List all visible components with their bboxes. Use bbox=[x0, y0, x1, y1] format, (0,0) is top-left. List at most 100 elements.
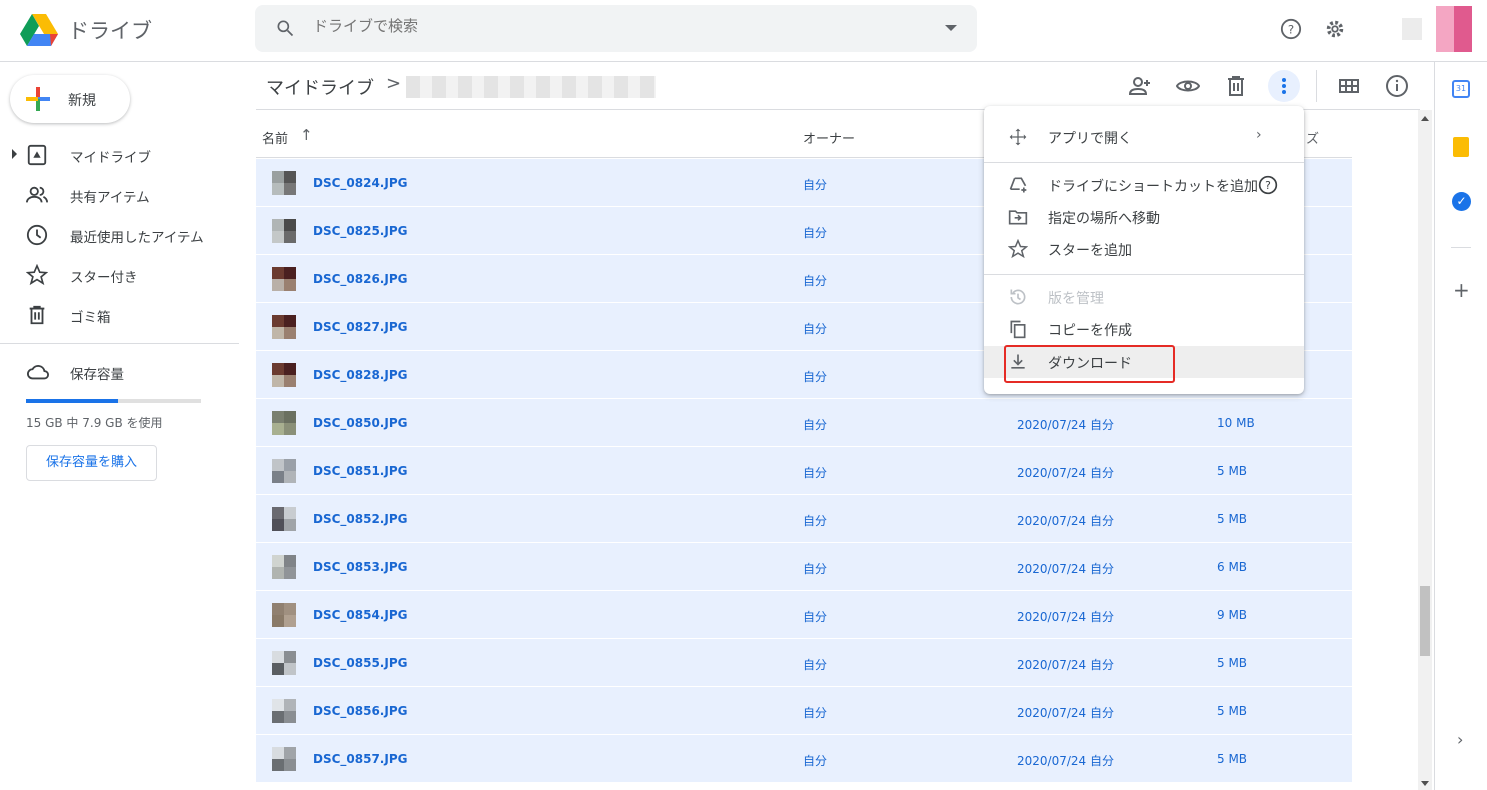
side-panel: 31 ✓ + › bbox=[1434, 62, 1487, 790]
file-size: 5 MB bbox=[1217, 752, 1248, 766]
file-name: DSC_0855.JPG bbox=[313, 656, 408, 670]
image-thumbnail-icon bbox=[272, 747, 296, 771]
file-owner: 自分 bbox=[803, 610, 828, 624]
file-owner: 自分 bbox=[803, 322, 828, 336]
file-row[interactable]: DSC_0855.JPG 自分 2020/07/24 自分 5 MB bbox=[256, 639, 1352, 687]
menu-add-star[interactable]: スターを追加 bbox=[984, 233, 1304, 265]
file-modified: 2020/07/24 自分 bbox=[1017, 706, 1114, 720]
file-owner: 自分 bbox=[803, 178, 828, 192]
history-icon bbox=[1010, 289, 1026, 305]
image-thumbnail-icon bbox=[272, 555, 296, 579]
image-thumbnail-icon bbox=[272, 459, 296, 483]
sidebar-item-starred[interactable]: スター付き bbox=[0, 255, 240, 295]
search-input[interactable] bbox=[313, 17, 913, 35]
divider bbox=[1316, 70, 1317, 102]
sidebar-item-shared[interactable]: 共有アイテム bbox=[0, 175, 240, 215]
toolbar: マイドライブ > bbox=[256, 62, 1420, 110]
file-row[interactable]: DSC_0854.JPG 自分 2020/07/24 自分 9 MB bbox=[256, 591, 1352, 639]
new-button[interactable]: 新規 bbox=[10, 75, 130, 123]
trash-icon bbox=[29, 305, 45, 325]
scroll-up-icon[interactable] bbox=[1421, 116, 1429, 121]
menu-label: スターを追加 bbox=[1048, 243, 1132, 259]
file-name: DSC_0825.JPG bbox=[313, 224, 408, 238]
eye-icon bbox=[1176, 80, 1200, 92]
menu-add-shortcut[interactable]: ドライブにショートカットを追加 ? bbox=[984, 169, 1304, 201]
search-icon[interactable] bbox=[275, 18, 295, 38]
my-drive-icon bbox=[27, 144, 47, 166]
image-thumbnail-icon bbox=[272, 315, 296, 339]
nav-label: 共有アイテム bbox=[70, 190, 150, 206]
grid-view-button[interactable] bbox=[1333, 70, 1365, 102]
image-thumbnail-icon bbox=[272, 219, 296, 243]
file-modified: 2020/07/24 自分 bbox=[1017, 418, 1114, 432]
scroll-down-icon[interactable] bbox=[1421, 781, 1429, 786]
divider bbox=[984, 274, 1304, 275]
tasks-icon[interactable]: ✓ bbox=[1452, 192, 1471, 211]
file-name: DSC_0827.JPG bbox=[313, 320, 408, 334]
apps-placeholder[interactable] bbox=[1402, 18, 1422, 40]
copy-icon bbox=[1010, 320, 1026, 339]
file-name: DSC_0826.JPG bbox=[313, 272, 408, 286]
file-row[interactable]: DSC_0856.JPG 自分 2020/07/24 自分 5 MB bbox=[256, 687, 1352, 735]
sidebar-item-trash[interactable]: ゴミ箱 bbox=[0, 295, 240, 335]
plus-icon bbox=[26, 87, 50, 111]
file-row[interactable]: DSC_0850.JPG 自分 2020/07/24 自分 10 MB bbox=[256, 399, 1352, 447]
account-avatar[interactable] bbox=[1436, 6, 1472, 52]
breadcrumb-separator: > bbox=[386, 73, 402, 94]
settings-icon[interactable] bbox=[1324, 18, 1346, 40]
help-icon[interactable]: ? bbox=[1280, 18, 1302, 40]
menu-label: 版を管理 bbox=[1048, 291, 1104, 307]
sort-arrow-icon[interactable]: ↑ bbox=[300, 126, 313, 144]
add-addon-icon[interactable]: + bbox=[1453, 278, 1470, 302]
file-row[interactable]: DSC_0857.JPG 自分 2020/07/24 自分 5 MB bbox=[256, 735, 1352, 783]
sidebar-item-storage[interactable]: 保存容量 bbox=[0, 352, 240, 392]
breadcrumb-root[interactable]: マイドライブ bbox=[266, 74, 374, 100]
menu-move[interactable]: 指定の場所へ移動 bbox=[984, 201, 1304, 233]
search-box[interactable] bbox=[255, 5, 977, 52]
more-actions-button[interactable] bbox=[1268, 70, 1300, 102]
file-row[interactable]: DSC_0851.JPG 自分 2020/07/24 自分 5 MB bbox=[256, 447, 1352, 495]
column-name[interactable]: 名前 bbox=[262, 128, 288, 147]
file-owner: 自分 bbox=[803, 466, 828, 480]
file-name: DSC_0857.JPG bbox=[313, 752, 408, 766]
share-button[interactable] bbox=[1124, 70, 1156, 102]
help-icon[interactable]: ? bbox=[1258, 175, 1278, 195]
add-shortcut-icon bbox=[1009, 177, 1027, 193]
scrollbar[interactable] bbox=[1418, 110, 1432, 790]
preview-button[interactable] bbox=[1172, 70, 1204, 102]
add-person-icon bbox=[1128, 77, 1150, 95]
menu-make-copy[interactable]: コピーを作成 bbox=[984, 313, 1304, 345]
image-thumbnail-icon bbox=[272, 507, 296, 531]
file-row[interactable]: DSC_0852.JPG 自分 2020/07/24 自分 5 MB bbox=[256, 495, 1352, 543]
column-size[interactable]: ズ bbox=[1306, 128, 1319, 147]
details-button[interactable] bbox=[1381, 70, 1413, 102]
column-owner[interactable]: オーナー bbox=[803, 128, 855, 147]
grid-icon bbox=[1339, 79, 1359, 93]
file-owner: 自分 bbox=[803, 562, 828, 576]
expand-panel-icon[interactable]: › bbox=[1457, 730, 1463, 749]
image-thumbnail-icon bbox=[272, 699, 296, 723]
sidebar-item-recent[interactable]: 最近使用したアイテム bbox=[0, 215, 240, 255]
divider bbox=[1451, 247, 1471, 248]
calendar-icon[interactable]: 31 bbox=[1452, 80, 1470, 98]
buy-storage-button[interactable]: 保存容量を購入 bbox=[26, 445, 157, 481]
breadcrumb-folder-blurred[interactable] bbox=[406, 76, 656, 98]
image-thumbnail-icon bbox=[272, 363, 296, 387]
sidebar-item-my-drive[interactable]: マイドライブ bbox=[0, 135, 240, 175]
scrollbar-thumb[interactable] bbox=[1420, 586, 1430, 656]
nav-label: マイドライブ bbox=[70, 150, 151, 166]
keep-icon[interactable] bbox=[1453, 137, 1469, 157]
highlight-box bbox=[1004, 345, 1175, 383]
info-icon bbox=[1386, 75, 1408, 97]
delete-button[interactable] bbox=[1220, 70, 1252, 102]
menu-open-with[interactable]: アプリで開く › bbox=[984, 121, 1304, 153]
file-size: 5 MB bbox=[1217, 656, 1248, 670]
file-owner: 自分 bbox=[803, 514, 828, 528]
expand-arrow-icon[interactable] bbox=[12, 149, 17, 159]
trash-icon bbox=[1228, 76, 1244, 96]
file-row[interactable]: DSC_0853.JPG 自分 2020/07/24 自分 6 MB bbox=[256, 543, 1352, 591]
drive-logo-icon[interactable] bbox=[20, 14, 58, 46]
file-size: 9 MB bbox=[1217, 608, 1248, 622]
image-thumbnail-icon bbox=[272, 171, 296, 195]
search-options-icon[interactable] bbox=[945, 25, 957, 31]
